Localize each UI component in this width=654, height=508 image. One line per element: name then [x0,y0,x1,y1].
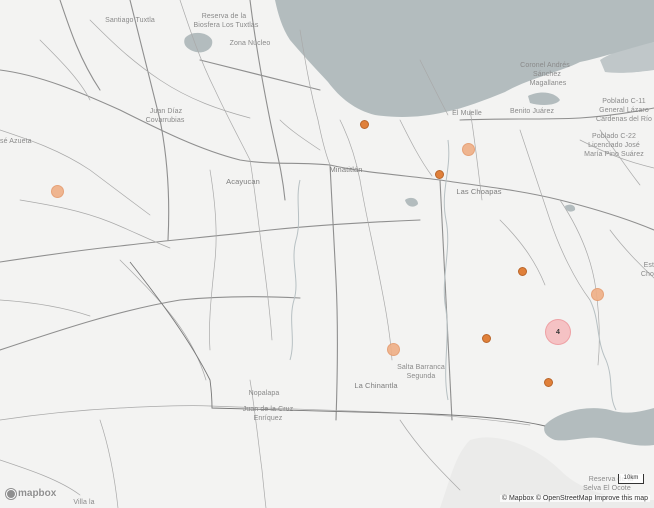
place-label: Biosfera Los Tuxtlas [193,22,259,29]
place-label: Licenciado José [588,142,640,149]
place-label: Benito Juárez [509,108,555,115]
map-marker[interactable] [50,184,64,198]
map-marker[interactable] [434,169,444,179]
place-label: Villa la [73,499,95,506]
cluster-marker[interactable]: 4 [545,319,571,345]
place-label: Salta Barranca [397,364,445,371]
cluster-count: 4 [556,328,560,336]
mapbox-logo-text: mapbox [18,488,57,499]
scale-bar: 10km [618,474,644,484]
attribution: © Mapbox © OpenStreetMap Improve this ma… [499,495,650,502]
place-label: Juan de la Cruz [242,406,294,413]
improve-map-link[interactable]: Improve this map [594,495,648,502]
place-label: Cárdenas del Río [595,116,653,123]
place-label: Covarrubias [145,117,185,124]
place-label: Juan Díaz [149,108,183,115]
map-marker[interactable] [386,342,400,356]
map-marker[interactable] [590,287,604,301]
place-label: General Lázaro [599,107,649,114]
mapbox-logo[interactable]: mapbox [6,488,56,499]
place-label: sé Azueta [0,138,32,145]
place-label: Nopalapa [248,390,280,397]
place-label: Poblado C-11 [602,98,646,105]
place-label: Magallanes [529,80,567,87]
mapbox-logo-icon [6,488,16,499]
place-label: La Chinantla [354,381,398,390]
place-label: Reserva de la [201,13,247,20]
place-label: María Pino Suárez [584,151,644,158]
place-label: Selva El Ocote [583,485,631,492]
place-label: Cho [640,271,654,278]
map-marker[interactable] [359,119,369,129]
place-label: Sánchez [533,71,561,78]
map-marker[interactable] [461,142,475,156]
place-label: Acayucan [226,177,260,186]
place-label: El Muelle [452,110,482,117]
place-label: Santiago Tuxtla [105,17,155,24]
map-canvas[interactable]: Santiago Tuxtla Reserva de la Biosfera L… [0,0,654,508]
place-label: Enríquez [253,415,283,422]
place-label: Zona Núcleo [229,40,271,47]
map-marker[interactable] [481,333,491,343]
attribution-osm-link[interactable]: © OpenStreetMap [536,495,593,502]
map-marker[interactable] [517,266,527,276]
place-label: Las Choapas [456,187,502,196]
attribution-mapbox-link[interactable]: © Mapbox [502,495,534,502]
map-marker[interactable] [543,377,553,387]
place-label: Coronel Andrés [520,62,570,69]
place-label: Poblado C-22 [591,133,637,140]
place-label: Segunda [406,373,436,380]
place-label: Minatitlán [329,165,363,174]
place-label: Est [643,262,654,269]
